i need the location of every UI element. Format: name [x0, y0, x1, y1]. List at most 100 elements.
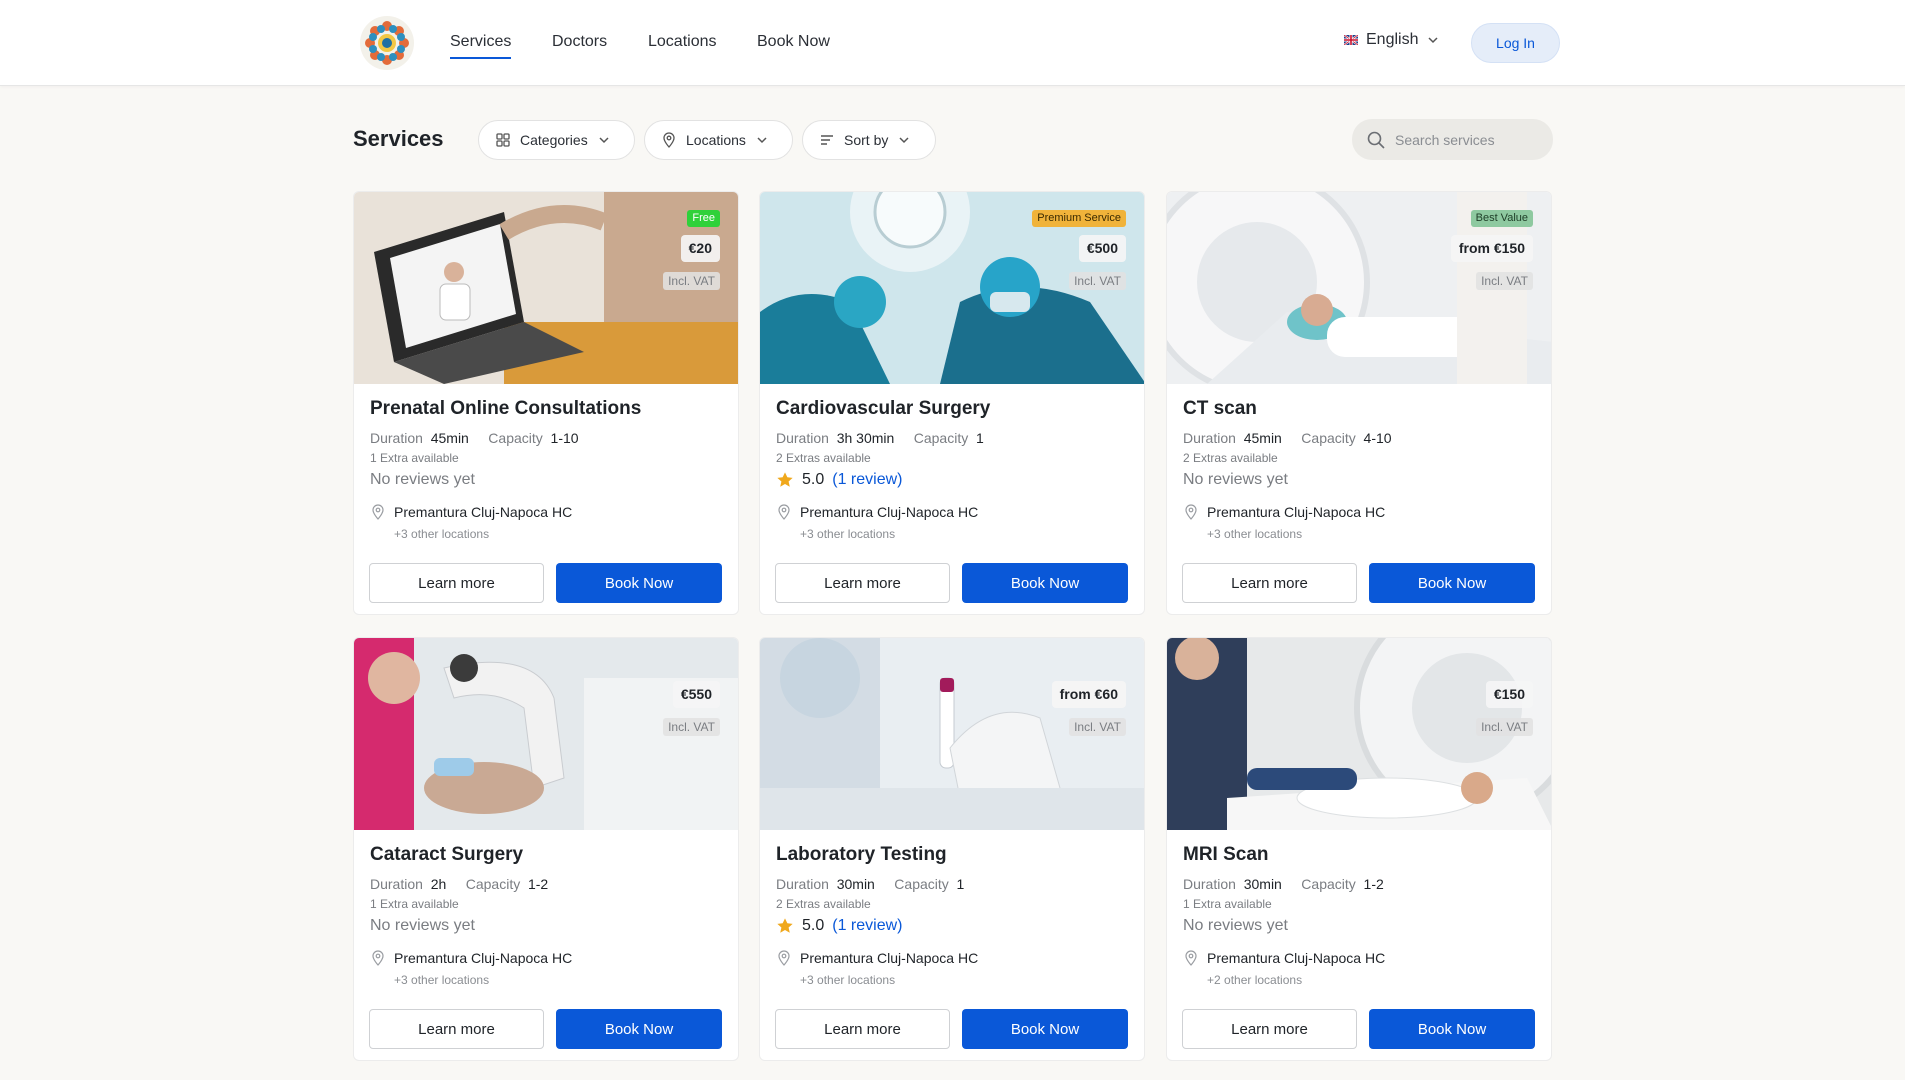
categories-filter[interactable]: Categories: [478, 120, 635, 160]
location-line: Premantura Cluj-Napoca HC: [776, 504, 978, 520]
vat-badge: Incl. VAT: [663, 718, 720, 736]
nav-doctors[interactable]: Doctors: [552, 32, 607, 52]
other-locations: +3 other locations: [800, 973, 896, 987]
vat-badge: Incl. VAT: [1476, 718, 1533, 736]
other-locations: +3 other locations: [1207, 527, 1303, 541]
review-count-link[interactable]: (1 review): [832, 471, 902, 489]
service-title: Laboratory Testing: [776, 844, 947, 865]
learn-more-button[interactable]: Learn more: [369, 563, 544, 603]
chevron-down-icon: [899, 137, 909, 144]
book-now-button[interactable]: Book Now: [962, 563, 1128, 603]
clinic-logo[interactable]: [358, 14, 416, 72]
language-label: English: [1366, 31, 1419, 48]
service-card: Free €20 Incl. VAT Prenatal Online Consu…: [353, 191, 739, 615]
locations-filter[interactable]: Locations: [644, 120, 793, 160]
service-meta: Duration 30min Capacity 1: [776, 876, 964, 892]
star-icon: [777, 472, 793, 487]
reviews-status: No reviews yet: [370, 471, 475, 489]
price-badge: from €60: [1051, 681, 1126, 708]
service-title: Prenatal Online Consultations: [370, 398, 642, 419]
capacity-value: 4-10: [1363, 430, 1392, 446]
service-card: from €60 Incl. VAT Laboratory Testing Du…: [759, 637, 1145, 1061]
capacity-value: 1-2: [527, 876, 549, 892]
vat-badge: Incl. VAT: [1069, 272, 1126, 290]
reviews-status: 5.0 (1 review): [776, 471, 902, 489]
duration-value: 30min: [1243, 876, 1282, 892]
other-locations: +2 other locations: [1207, 973, 1303, 987]
location-name: Premantura Cluj-Napoca HC: [800, 504, 979, 520]
nav-book-now[interactable]: Book Now: [757, 32, 830, 52]
service-meta: Duration 3h 30min Capacity 1: [776, 430, 984, 446]
service-meta: Duration 30min Capacity 1-2: [1183, 876, 1384, 892]
search-box[interactable]: [1352, 119, 1553, 160]
reviews-status: 5.0 (1 review): [776, 917, 902, 935]
service-title: CT scan: [1183, 398, 1257, 419]
book-now-button[interactable]: Book Now: [1369, 1009, 1535, 1049]
learn-more-button[interactable]: Learn more: [369, 1009, 544, 1049]
duration-key: Duration: [370, 876, 423, 892]
page-title: Services: [353, 126, 444, 151]
no-reviews-text: No reviews yet: [1183, 917, 1288, 934]
rating-score: 5.0: [802, 917, 825, 934]
other-locations: +3 other locations: [394, 527, 490, 541]
map-pin-icon: [778, 950, 790, 966]
book-now-button[interactable]: Book Now: [556, 1009, 722, 1049]
extras-text: 1 Extra available: [370, 897, 459, 911]
price-badge: €550: [672, 681, 720, 708]
location-name: Premantura Cluj-Napoca HC: [394, 504, 573, 520]
duration-key: Duration: [1183, 430, 1236, 446]
grid-icon: [496, 133, 510, 147]
capacity-value: 1-10: [550, 430, 579, 446]
book-now-button[interactable]: Book Now: [962, 1009, 1128, 1049]
map-pin-icon: [372, 950, 384, 966]
map-pin-icon: [663, 132, 675, 148]
star-icon: [777, 918, 793, 933]
service-title: Cataract Surgery: [370, 844, 524, 865]
capacity-value: 1: [956, 876, 965, 892]
capacity-value: 1-2: [1363, 876, 1384, 892]
map-pin-icon: [1185, 950, 1197, 966]
free-badge: Free: [687, 210, 720, 227]
learn-more-button[interactable]: Learn more: [775, 1009, 950, 1049]
top-navbar: Services Doctors Locations Book Now Engl…: [0, 0, 1905, 86]
reviews-status: No reviews yet: [1183, 471, 1288, 489]
chevron-down-icon: [1428, 37, 1439, 44]
vat-badge: Incl. VAT: [1476, 272, 1533, 290]
service-card: €150 Incl. VAT MRI Scan Duration 30min C…: [1166, 637, 1552, 1061]
nav-services[interactable]: Services: [450, 32, 512, 59]
book-now-button[interactable]: Book Now: [556, 563, 722, 603]
review-count-link[interactable]: (1 review): [832, 917, 902, 935]
learn-more-button[interactable]: Learn more: [1182, 1009, 1357, 1049]
location-line: Premantura Cluj-Napoca HC: [1183, 504, 1385, 520]
vat-badge: Incl. VAT: [1069, 718, 1126, 736]
chevron-down-icon: [599, 137, 609, 144]
price-badge: €500: [1078, 235, 1126, 262]
login-button[interactable]: Log In: [1471, 23, 1560, 63]
learn-more-button[interactable]: Learn more: [1182, 563, 1357, 603]
duration-key: Duration: [776, 430, 829, 446]
reviews-status: No reviews yet: [370, 917, 475, 935]
capacity-key: Capacity: [465, 876, 521, 892]
extras-text: 1 Extra available: [1183, 897, 1272, 911]
service-card: Premium Service €500 Incl. VAT Cardiovas…: [759, 191, 1145, 615]
nav-locations[interactable]: Locations: [648, 32, 717, 52]
other-locations: +3 other locations: [394, 973, 490, 987]
location-name: Premantura Cluj-Napoca HC: [1207, 504, 1386, 520]
sort-by-filter[interactable]: Sort by: [802, 120, 936, 160]
no-reviews-text: No reviews yet: [1183, 471, 1288, 488]
duration-value: 30min: [836, 876, 875, 892]
map-pin-icon: [372, 504, 384, 520]
premium-service-badge: Premium Service: [1032, 210, 1126, 227]
duration-value: 2h: [430, 876, 447, 892]
map-pin-icon: [778, 504, 790, 520]
book-now-button[interactable]: Book Now: [1369, 563, 1535, 603]
service-card: €550 Incl. VAT Cataract Surgery Duration…: [353, 637, 739, 1061]
sort-by-label: Sort by: [844, 132, 889, 148]
reviews-status: No reviews yet: [1183, 917, 1288, 935]
no-reviews-text: No reviews yet: [370, 471, 475, 488]
location-line: Premantura Cluj-Napoca HC: [370, 950, 572, 966]
location-line: Premantura Cluj-Napoca HC: [370, 504, 572, 520]
search-input[interactable]: [1395, 131, 1535, 148]
learn-more-button[interactable]: Learn more: [775, 563, 950, 603]
language-selector[interactable]: English: [1344, 31, 1440, 49]
